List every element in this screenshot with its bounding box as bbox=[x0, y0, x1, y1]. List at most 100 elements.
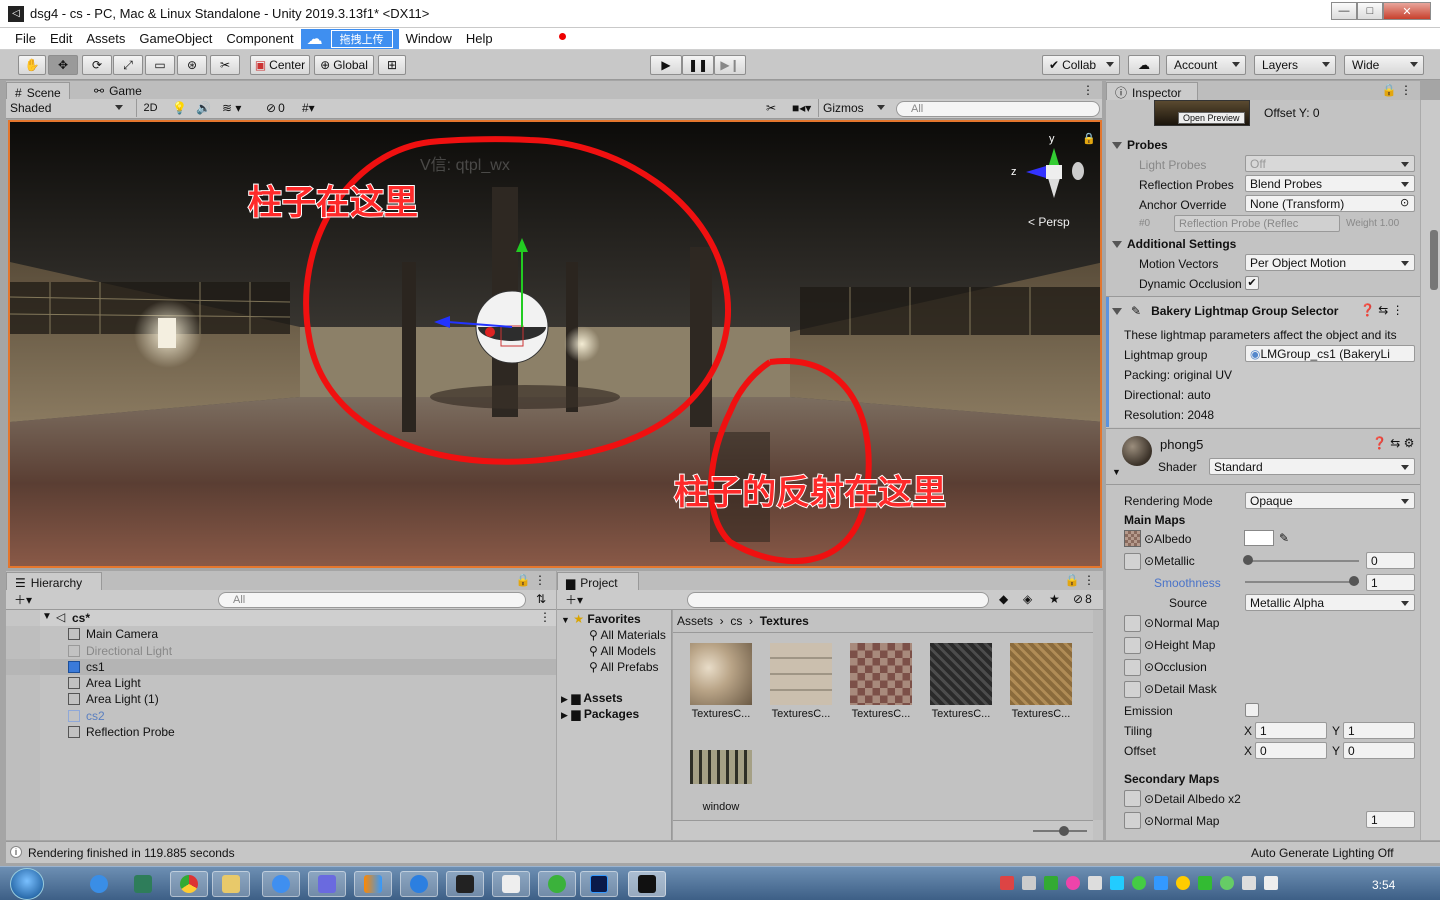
reflection-probes-dropdown[interactable]: Blend Probes bbox=[1245, 175, 1415, 192]
app-icon[interactable] bbox=[308, 871, 346, 897]
panel-menu-icon[interactable]: ⋮ bbox=[1082, 83, 1094, 97]
panel-menu-icon[interactable]: 🔒 ⋮ bbox=[516, 573, 546, 587]
menu-edit[interactable]: Edit bbox=[43, 31, 79, 46]
tab-project[interactable]: ▆ Project bbox=[557, 572, 639, 592]
camera-dropdown-icon[interactable]: ■◂▾ bbox=[788, 99, 818, 117]
normal-map-slot[interactable] bbox=[1124, 615, 1141, 632]
open-preview-button[interactable]: Open Preview bbox=[1178, 112, 1245, 124]
gizmos-dropdown[interactable]: Gizmos bbox=[818, 99, 890, 117]
ie-icon[interactable] bbox=[80, 871, 118, 897]
offset-x-input[interactable]: 0 bbox=[1255, 742, 1327, 759]
app-icon[interactable] bbox=[354, 871, 392, 897]
play-button[interactable]: ▶ bbox=[650, 55, 682, 75]
layout-dropdown[interactable]: Wide bbox=[1344, 55, 1424, 75]
packages-folder[interactable]: ▶ ▆ Packages bbox=[561, 707, 639, 721]
upload-label[interactable]: 拖拽上传 bbox=[330, 29, 393, 48]
hidden-objects-toggle[interactable]: ⊘ 0 bbox=[262, 99, 294, 117]
chrome-icon[interactable] bbox=[170, 871, 208, 897]
scene-menu-icon[interactable]: ⋮ bbox=[539, 610, 551, 624]
create-dropdown-icon[interactable]: ＋▾ bbox=[10, 590, 40, 608]
scale-tool-icon[interactable]: ⤢ bbox=[113, 55, 143, 75]
object-picker-icon[interactable]: ⊙ bbox=[1400, 196, 1409, 209]
app-icon[interactable] bbox=[400, 871, 438, 897]
hand-tool-icon[interactable]: ✋ bbox=[18, 55, 46, 75]
pivot-center-button[interactable]: ▣ Center bbox=[250, 55, 310, 75]
pause-button[interactable]: ❚❚ bbox=[682, 55, 714, 75]
metallic-value-input[interactable]: 0 bbox=[1366, 552, 1415, 569]
step-button[interactable]: ▶❙ bbox=[714, 55, 746, 75]
hierarchy-search-input[interactable]: All bbox=[218, 592, 526, 608]
menu-component[interactable]: Component bbox=[219, 31, 300, 46]
breadcrumb-item[interactable]: cs bbox=[730, 614, 742, 628]
zoom-slider-thumb[interactable] bbox=[1059, 826, 1069, 836]
normal-map2-slot[interactable] bbox=[1124, 812, 1141, 829]
tiling-y-input[interactable]: 1 bbox=[1343, 722, 1415, 739]
smoothness-source-dropdown[interactable]: Metallic Alpha bbox=[1245, 594, 1415, 611]
texture-thumbnail[interactable] bbox=[930, 643, 992, 705]
unity-editor-icon[interactable] bbox=[628, 871, 666, 897]
search-by-type-icon[interactable]: ◆ bbox=[995, 590, 1017, 608]
albedo-texture-slot[interactable] bbox=[1124, 530, 1141, 547]
list-item[interactable]: Area Light (1) bbox=[68, 691, 159, 707]
expand-icon[interactable]: ▼ bbox=[1112, 467, 1121, 477]
list-item[interactable]: Area Light bbox=[68, 675, 141, 691]
list-item[interactable]: Main Camera bbox=[68, 626, 158, 642]
texture-thumbnail[interactable] bbox=[770, 643, 832, 705]
rotate-tool-icon[interactable]: ⟳ bbox=[82, 55, 112, 75]
move-tool-icon[interactable]: ✥ bbox=[48, 55, 78, 75]
unity-icon[interactable] bbox=[492, 871, 530, 897]
lighting-status[interactable]: Auto Generate Lighting Off bbox=[1251, 846, 1394, 860]
favorite-item[interactable]: ⚲ All Prefabs bbox=[589, 660, 659, 674]
scene-root-row[interactable]: ▼ ◁ cs* ⋮ bbox=[6, 610, 556, 626]
lock-icon[interactable]: 🔒 bbox=[1082, 132, 1096, 145]
volume-icon[interactable] bbox=[1264, 876, 1278, 890]
tray-icon[interactable] bbox=[1176, 876, 1190, 890]
2d-toggle[interactable]: 2D bbox=[136, 99, 164, 117]
favorites-header[interactable]: ▼ ★ Favorites bbox=[561, 612, 641, 626]
project-search-input[interactable] bbox=[687, 592, 989, 608]
component-menu-icons[interactable]: ❓ ⇆ ⋮ bbox=[1360, 303, 1404, 317]
audio-toggle-icon[interactable]: 🔊 bbox=[192, 99, 214, 117]
tray-icon[interactable] bbox=[1066, 876, 1080, 890]
tab-inspector[interactable]: ⓘ Inspector bbox=[1106, 82, 1198, 102]
network-icon[interactable] bbox=[1242, 876, 1256, 890]
metallic-texture-slot[interactable] bbox=[1124, 553, 1141, 570]
list-item[interactable]: Directional Light bbox=[68, 643, 172, 659]
tray-icon[interactable] bbox=[1132, 876, 1146, 890]
scrollbar[interactable] bbox=[1093, 610, 1103, 820]
list-item[interactable]: cs1 bbox=[68, 659, 105, 675]
start-button[interactable] bbox=[10, 868, 44, 900]
tiling-x-input[interactable]: 1 bbox=[1255, 722, 1327, 739]
list-item[interactable]: cs2 bbox=[68, 708, 105, 724]
clock[interactable]: 3:54 bbox=[1372, 878, 1395, 892]
favorite-item[interactable]: ⚲ All Models bbox=[589, 644, 656, 658]
tray-icon[interactable] bbox=[1000, 876, 1014, 890]
panel-menu-icon[interactable]: 🔒 ⋮ bbox=[1382, 83, 1412, 97]
persp-label[interactable]: < Persp bbox=[1028, 215, 1070, 229]
menu-assets[interactable]: Assets bbox=[79, 31, 132, 46]
tray-icon[interactable] bbox=[1198, 876, 1212, 890]
smoothness-slider-track[interactable] bbox=[1245, 581, 1359, 583]
additional-settings-header[interactable]: Additional Settings bbox=[1112, 237, 1236, 251]
filter-icon[interactable]: ⇅ bbox=[532, 590, 552, 608]
shading-mode-dropdown[interactable]: Shaded bbox=[6, 99, 128, 117]
tray-icon[interactable] bbox=[1022, 876, 1036, 890]
lightmap-group-field[interactable]: ◉ LMGroup_cs1 (BakeryLi bbox=[1245, 345, 1415, 362]
minimize-button[interactable]: — bbox=[1331, 2, 1357, 20]
scene-viewport[interactable]: V信: qtpl_wx 柱子在这里 柱子的反射在这里 y z < Persp 🔒 bbox=[8, 120, 1102, 568]
menu-file[interactable]: File bbox=[8, 31, 43, 46]
texture-thumbnail[interactable] bbox=[690, 750, 752, 784]
close-button[interactable]: ✕ bbox=[1383, 2, 1431, 20]
offset-y-input[interactable]: 0 bbox=[1343, 742, 1415, 759]
scene-search-input[interactable]: All bbox=[896, 101, 1100, 117]
lighting-toggle-icon[interactable]: 💡 bbox=[168, 99, 190, 117]
breadcrumb-item[interactable]: Assets bbox=[677, 614, 713, 628]
albedo-color-swatch[interactable] bbox=[1244, 530, 1274, 546]
height-map-slot[interactable] bbox=[1124, 637, 1141, 654]
tray-icon[interactable] bbox=[1088, 876, 1102, 890]
menu-window[interactable]: Window bbox=[399, 31, 459, 46]
baidu-icon[interactable] bbox=[262, 871, 300, 897]
collab-dropdown[interactable]: ✔ Collab bbox=[1042, 55, 1120, 75]
inspector-scrollbar[interactable] bbox=[1420, 100, 1440, 840]
rendering-mode-dropdown[interactable]: Opaque bbox=[1245, 492, 1415, 509]
